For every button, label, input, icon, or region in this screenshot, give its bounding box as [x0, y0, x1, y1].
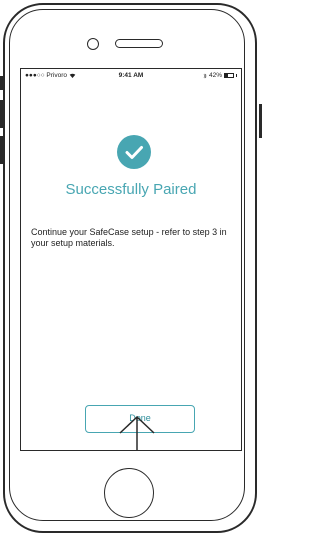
- bluetooth-icon: [203, 72, 207, 79]
- page-title: Successfully Paired: [65, 181, 197, 198]
- volume-down-button: [0, 136, 3, 164]
- checkmark-icon: [125, 146, 143, 159]
- battery-icon: [224, 73, 234, 78]
- volume-up-button: [0, 100, 3, 128]
- battery-fill: [225, 74, 229, 77]
- earpiece-speaker: [115, 39, 163, 48]
- power-button: [259, 104, 262, 138]
- battery-percent: 42%: [208, 72, 222, 79]
- arrow-up-icon: [119, 415, 155, 450]
- instruction-message: Continue your SafeCase setup - refer to …: [31, 227, 227, 248]
- status-right: 42%: [203, 72, 237, 79]
- front-camera: [87, 38, 99, 50]
- success-checkmark-badge: [117, 135, 151, 169]
- mute-switch: [0, 76, 3, 90]
- status-bar: ●●●○○ Privoro 9:41 AM 42%: [21, 69, 241, 83]
- battery-tip: [236, 74, 237, 77]
- home-button[interactable]: [104, 468, 154, 518]
- phone-screen: ●●●○○ Privoro 9:41 AM 42% Successfully P…: [20, 68, 242, 451]
